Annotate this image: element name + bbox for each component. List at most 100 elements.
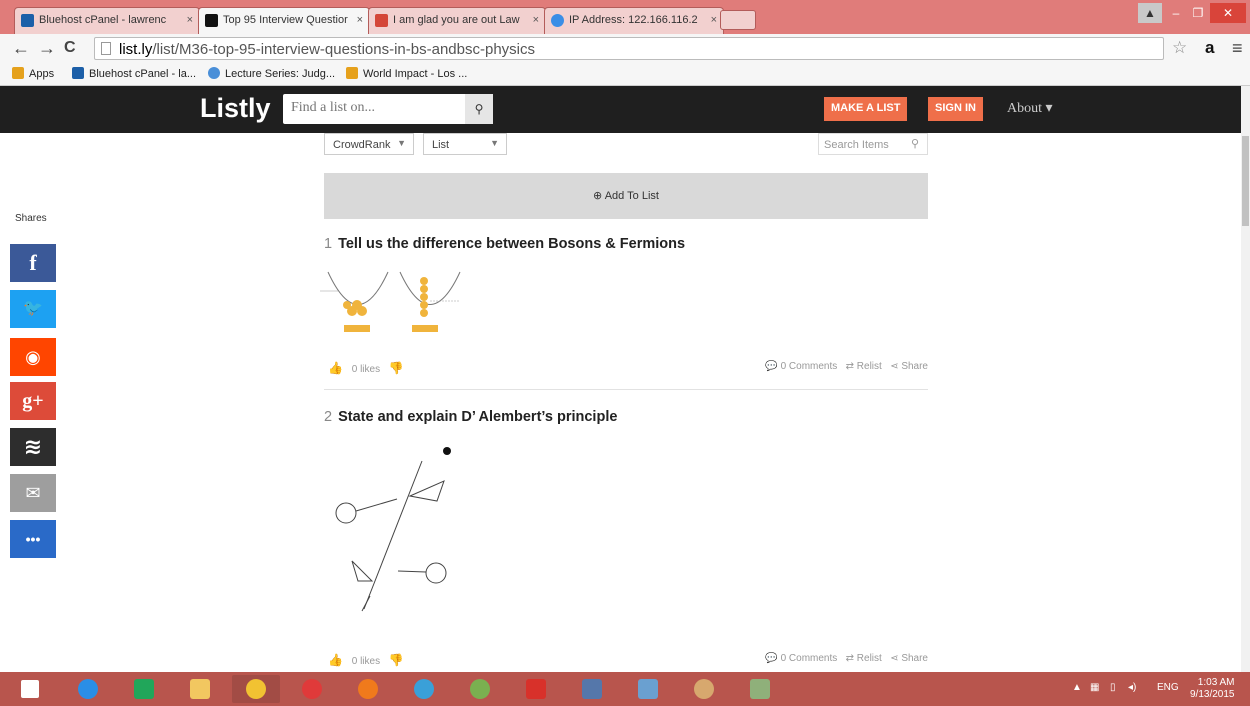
restore-icon[interactable]: ❐ [1188, 3, 1208, 23]
minimize-icon[interactable]: – [1166, 3, 1186, 23]
item-title[interactable]: 2 State and explain D’ Alembert’s princip… [324, 409, 617, 425]
shares-label: Shares [15, 213, 47, 224]
tray-volume-icon[interactable]: ◂) [1128, 682, 1136, 693]
windows-taskbar: ▲ ▦ ▯ ◂) ENG 1:03 AM 9/13/2015 [0, 672, 1250, 706]
ip-favicon-icon [551, 14, 564, 27]
taskbar-itunes[interactable] [400, 675, 448, 703]
share-link[interactable]: ⋖ Share [890, 653, 928, 664]
relist-link[interactable]: ⇄ Relist [846, 653, 882, 664]
listly-favicon-icon [205, 14, 218, 27]
thumbs-up-icon[interactable]: 👍 [328, 653, 343, 667]
site-search-input[interactable] [291, 100, 451, 116]
bookmark-lecture[interactable]: Lecture Series: Judg... [208, 67, 335, 80]
dalembert-figure [335, 447, 451, 612]
view-select[interactable]: List ▼ [423, 133, 507, 155]
scrollbar-thumb[interactable] [1242, 136, 1249, 226]
tab-close-icon[interactable]: × [711, 14, 717, 26]
taskbar-chrome[interactable] [232, 675, 280, 703]
clock[interactable]: 1:03 AM 9/13/2015 [1190, 677, 1235, 701]
comments-link[interactable]: 💬 0 Comments [765, 653, 837, 664]
bookmark-star-icon[interactable]: ☆ [1172, 38, 1187, 58]
tab-title: Bluehost cPanel - lawrenc [39, 14, 167, 26]
relist-link[interactable]: ⇄ Relist [846, 361, 882, 372]
share-link[interactable]: ⋖ Share [890, 361, 928, 372]
back-icon[interactable]: ← [12, 38, 30, 58]
taskbar-firefox[interactable] [344, 675, 392, 703]
thumbs-up-icon[interactable]: 👍 [328, 361, 343, 375]
taskbar-explorer[interactable] [176, 675, 224, 703]
tab-close-icon[interactable]: × [187, 14, 193, 26]
tray-battery-icon[interactable]: ▯ [1110, 682, 1116, 693]
reddit-share-button[interactable]: ◉ [10, 338, 56, 376]
taskbar-ie[interactable] [64, 675, 112, 703]
facebook-share-button[interactable]: f [10, 244, 56, 282]
bookmark-apps[interactable]: Apps [12, 67, 54, 80]
about-menu[interactable]: About ▾ [1007, 100, 1053, 117]
bookmark-world-impact[interactable]: World Impact - Los ... [346, 67, 467, 80]
taskbar-network[interactable] [456, 675, 504, 703]
more-share-button[interactable]: ••• [10, 520, 56, 558]
windows-logo-icon [21, 680, 39, 698]
page-scrollbar[interactable] [1241, 86, 1250, 672]
start-button[interactable] [6, 675, 54, 703]
taskbar-calculator[interactable] [624, 675, 672, 703]
browser-tab-active[interactable]: Top 95 Interview Questior × [198, 7, 370, 34]
user-icon[interactable]: ▲ [1138, 3, 1162, 23]
tray-up-icon[interactable]: ▲ [1072, 682, 1082, 693]
googleplus-share-button[interactable]: g+ [10, 382, 56, 420]
listly-logo[interactable]: Listly [200, 93, 271, 124]
apps-grid-icon [12, 67, 24, 79]
taskbar-tool[interactable] [736, 675, 784, 703]
thumbs-down-icon[interactable]: 👎 [389, 653, 404, 667]
browser-tab[interactable]: IP Address: 122.166.116.2 × [544, 7, 724, 34]
search-items-input[interactable]: Search Items ⚲ [818, 133, 928, 155]
buffer-share-button[interactable]: ≋ [10, 428, 56, 466]
taskbar-acrobat[interactable] [512, 675, 560, 703]
page-icon [101, 42, 111, 55]
item-title[interactable]: 1 Tell us the difference between Bosons &… [324, 236, 685, 252]
reddit-icon: ◉ [25, 347, 41, 367]
thumbs-down-icon[interactable]: 👎 [389, 361, 404, 375]
url-field[interactable]: list.ly/list/M36-top-95-interview-questi… [94, 37, 1164, 60]
globe-icon [208, 67, 220, 79]
chrome-icon [246, 679, 266, 699]
relist-icon: ⇄ [845, 653, 854, 664]
taskbar-opera[interactable] [288, 675, 336, 703]
tab-close-icon[interactable]: × [533, 14, 539, 26]
buffer-icon: ≋ [23, 434, 43, 459]
tab-close-icon[interactable]: × [357, 14, 363, 26]
calculator-icon [638, 679, 658, 699]
url-text: list.ly/list/M36-top-95-interview-questi… [119, 41, 535, 58]
make-a-list-button[interactable]: MAKE A LIST [824, 97, 908, 121]
bookmark-cpanel[interactable]: Bluehost cPanel - la... [72, 67, 196, 80]
amazon-extension-icon[interactable]: a [1205, 38, 1214, 58]
list-content: CrowdRank ▼ List ▼ Search Items ⚲ ⊕ Add To … [0, 133, 1241, 672]
share-icon: ⋖ [890, 361, 899, 372]
menu-icon[interactable]: ≡ [1232, 38, 1243, 58]
gmail-favicon-icon [375, 14, 388, 27]
forward-icon[interactable]: → [38, 38, 56, 58]
taskbar-app[interactable] [568, 675, 616, 703]
tray-network-icon[interactable]: ▦ [1090, 682, 1099, 693]
add-to-list-button[interactable]: ⊕ Add To List [324, 173, 928, 219]
browser-tab[interactable]: I am glad you are out Law × [368, 7, 546, 34]
firefox-icon [358, 679, 378, 699]
reload-icon[interactable]: C [64, 38, 76, 58]
browser-tab-strip: Bluehost cPanel - lawrenc × Top 95 Inter… [0, 0, 1250, 34]
language-indicator[interactable]: ENG [1157, 682, 1179, 693]
ie-icon [78, 679, 98, 699]
sort-select[interactable]: CrowdRank ▼ [324, 133, 414, 155]
twitter-icon: 🐦 [23, 300, 43, 317]
twitter-share-button[interactable]: 🐦 [10, 290, 56, 328]
cpanel-icon [72, 67, 84, 79]
search-icon[interactable]: ⚲ [465, 94, 493, 124]
taskbar-store[interactable] [120, 675, 168, 703]
comments-link[interactable]: 💬 0 Comments [765, 361, 837, 372]
browser-tab[interactable]: Bluehost cPanel - lawrenc × [14, 7, 200, 34]
sign-in-button[interactable]: SIGN IN [928, 97, 983, 121]
store-icon [134, 679, 154, 699]
taskbar-paint[interactable] [680, 675, 728, 703]
window-close-icon[interactable]: ✕ [1210, 3, 1246, 23]
email-share-button[interactable]: ✉ [10, 474, 56, 512]
new-tab-button[interactable] [720, 10, 756, 30]
